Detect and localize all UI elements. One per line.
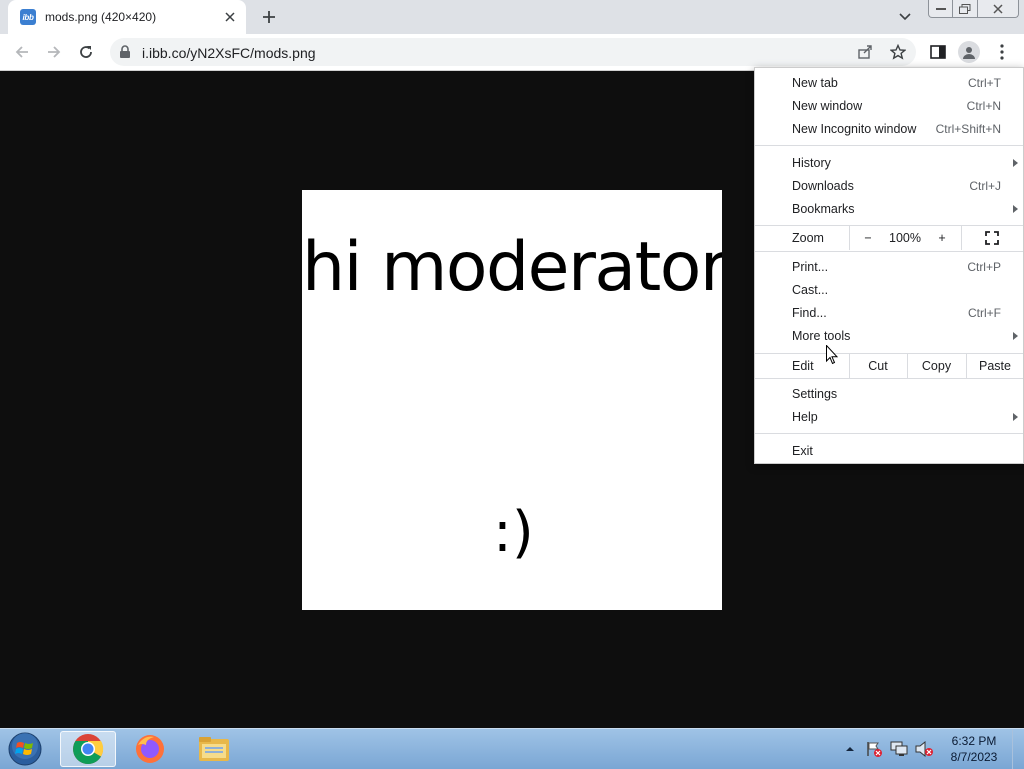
address-bar[interactable]: i.ibb.co/yN2XsFC/mods.png [110, 38, 916, 66]
menu-label: Find... [792, 306, 827, 320]
menu-label: Downloads [792, 179, 854, 193]
divider [961, 226, 962, 250]
zoom-level: 100% [889, 231, 921, 245]
windows-start-button[interactable] [6, 731, 44, 767]
url-text[interactable]: i.ibb.co/yN2XsFC/mods.png [142, 45, 316, 61]
menu-item-downloads[interactable]: Downloads Ctrl+J [755, 175, 1023, 198]
menu-label: Help [792, 410, 818, 424]
action-center-flag-icon[interactable] [864, 729, 884, 769]
menu-item-new-window[interactable]: New window Ctrl+N [755, 95, 1023, 118]
kebab-menu-icon[interactable] [990, 40, 1014, 64]
menu-separator [755, 433, 1023, 434]
cut-button[interactable]: Cut [850, 354, 906, 378]
menu-zoom-row: Zoom − 100% + [755, 226, 1023, 250]
menu-label: New Incognito window [792, 122, 917, 136]
menu-item-help[interactable]: Help [755, 406, 1023, 429]
network-icon[interactable] [888, 729, 910, 769]
menu-shortcut: Ctrl+F [968, 306, 1001, 320]
menu-separator [755, 145, 1023, 146]
lock-icon[interactable] [119, 45, 131, 64]
profile-icon[interactable] [958, 41, 980, 63]
chrome-main-menu: New tab Ctrl+T New window Ctrl+N New Inc… [754, 67, 1024, 464]
clock-date: 8/7/2023 [950, 750, 998, 764]
minimize-button[interactable] [928, 0, 953, 18]
show-hidden-icons-arrow-icon[interactable] [842, 729, 858, 769]
system-clock[interactable]: 6:32 PM 8/7/2023 [944, 733, 1004, 765]
menu-label: History [792, 156, 831, 170]
menu-item-cast[interactable]: Cast... [755, 279, 1023, 302]
menu-item-find[interactable]: Find... Ctrl+F [755, 302, 1023, 325]
tab-title: mods.png (420×420) [45, 10, 157, 24]
menu-item-exit[interactable]: Exit [755, 440, 1023, 463]
menu-label: Bookmarks [792, 202, 855, 216]
displayed-image: hi moderators :) [302, 190, 722, 610]
menu-item-settings[interactable]: Settings [755, 383, 1023, 406]
menu-label: Exit [792, 444, 813, 458]
imgbb-favicon-icon: ibb [20, 9, 36, 25]
zoom-in-button[interactable]: + [929, 226, 955, 250]
share-icon[interactable] [855, 42, 875, 62]
close-tab-icon[interactable] [220, 7, 240, 27]
menu-item-new-tab[interactable]: New tab Ctrl+T [755, 72, 1023, 95]
browser-tab[interactable]: ibb mods.png (420×420) [8, 0, 246, 34]
forward-arrow-icon[interactable] [42, 40, 66, 64]
menu-shortcut: Ctrl+N [966, 99, 1001, 113]
menu-shortcut: Ctrl+P [967, 260, 1001, 274]
menu-label: Cast... [792, 283, 829, 297]
menu-edit-row: Edit Cut Copy Paste [755, 354, 1023, 378]
clock-time: 6:32 PM [951, 734, 997, 748]
paste-button[interactable]: Paste [967, 354, 1023, 378]
mouse-cursor-icon [826, 344, 839, 370]
image-text-smiley: :) [493, 500, 534, 565]
browser-toolbar: i.ibb.co/yN2XsFC/mods.png [0, 34, 1024, 71]
menu-item-new-incognito-window[interactable]: New Incognito window Ctrl+Shift+N [755, 118, 1023, 141]
submenu-arrow-icon [1013, 205, 1018, 213]
new-tab-button[interactable] [258, 6, 280, 28]
volume-muted-icon[interactable] [912, 729, 936, 769]
star-icon[interactable] [888, 42, 908, 62]
menu-label: Settings [792, 387, 838, 401]
menu-shortcut: Ctrl+J [969, 179, 1001, 193]
close-window-button[interactable] [977, 0, 1019, 18]
menu-item-bookmarks[interactable]: Bookmarks [755, 198, 1023, 221]
show-desktop-button[interactable] [1012, 729, 1024, 769]
submenu-arrow-icon [1013, 413, 1018, 421]
menu-label: Print... [792, 260, 829, 274]
back-arrow-icon[interactable] [10, 40, 34, 64]
menu-label: New window [792, 99, 863, 113]
reload-icon[interactable] [74, 40, 98, 64]
copy-button[interactable]: Copy [908, 354, 965, 378]
submenu-arrow-icon [1013, 159, 1018, 167]
menu-label: More tools [792, 329, 851, 343]
menu-separator [755, 251, 1023, 252]
side-panel-icon[interactable] [926, 40, 950, 64]
chrome-icon[interactable] [60, 731, 116, 767]
divider [849, 226, 850, 250]
tab-strip: ibb mods.png (420×420) [0, 0, 1024, 34]
fullscreen-icon[interactable] [977, 226, 1007, 250]
file-explorer-icon[interactable] [186, 731, 242, 767]
firefox-icon[interactable] [122, 731, 178, 767]
tab-search-chevron-icon[interactable] [895, 7, 915, 27]
menu-label: New tab [792, 76, 838, 90]
menu-shortcut: Ctrl+T [968, 76, 1001, 90]
menu-item-more-tools[interactable]: More tools [755, 325, 1023, 348]
menu-item-history[interactable]: History [755, 152, 1023, 175]
edit-label: Edit [792, 359, 814, 373]
menu-shortcut: Ctrl+Shift+N [935, 122, 1001, 136]
menu-item-print[interactable]: Print... Ctrl+P [755, 256, 1023, 279]
zoom-out-button[interactable]: − [855, 226, 881, 250]
submenu-arrow-icon [1013, 332, 1018, 340]
zoom-label: Zoom [792, 231, 824, 245]
windows-taskbar: 6:32 PM 8/7/2023 [0, 728, 1024, 769]
restore-button[interactable] [952, 0, 978, 18]
image-text-hi-moderators: hi moderators [302, 228, 722, 307]
menu-separator [755, 378, 1023, 379]
